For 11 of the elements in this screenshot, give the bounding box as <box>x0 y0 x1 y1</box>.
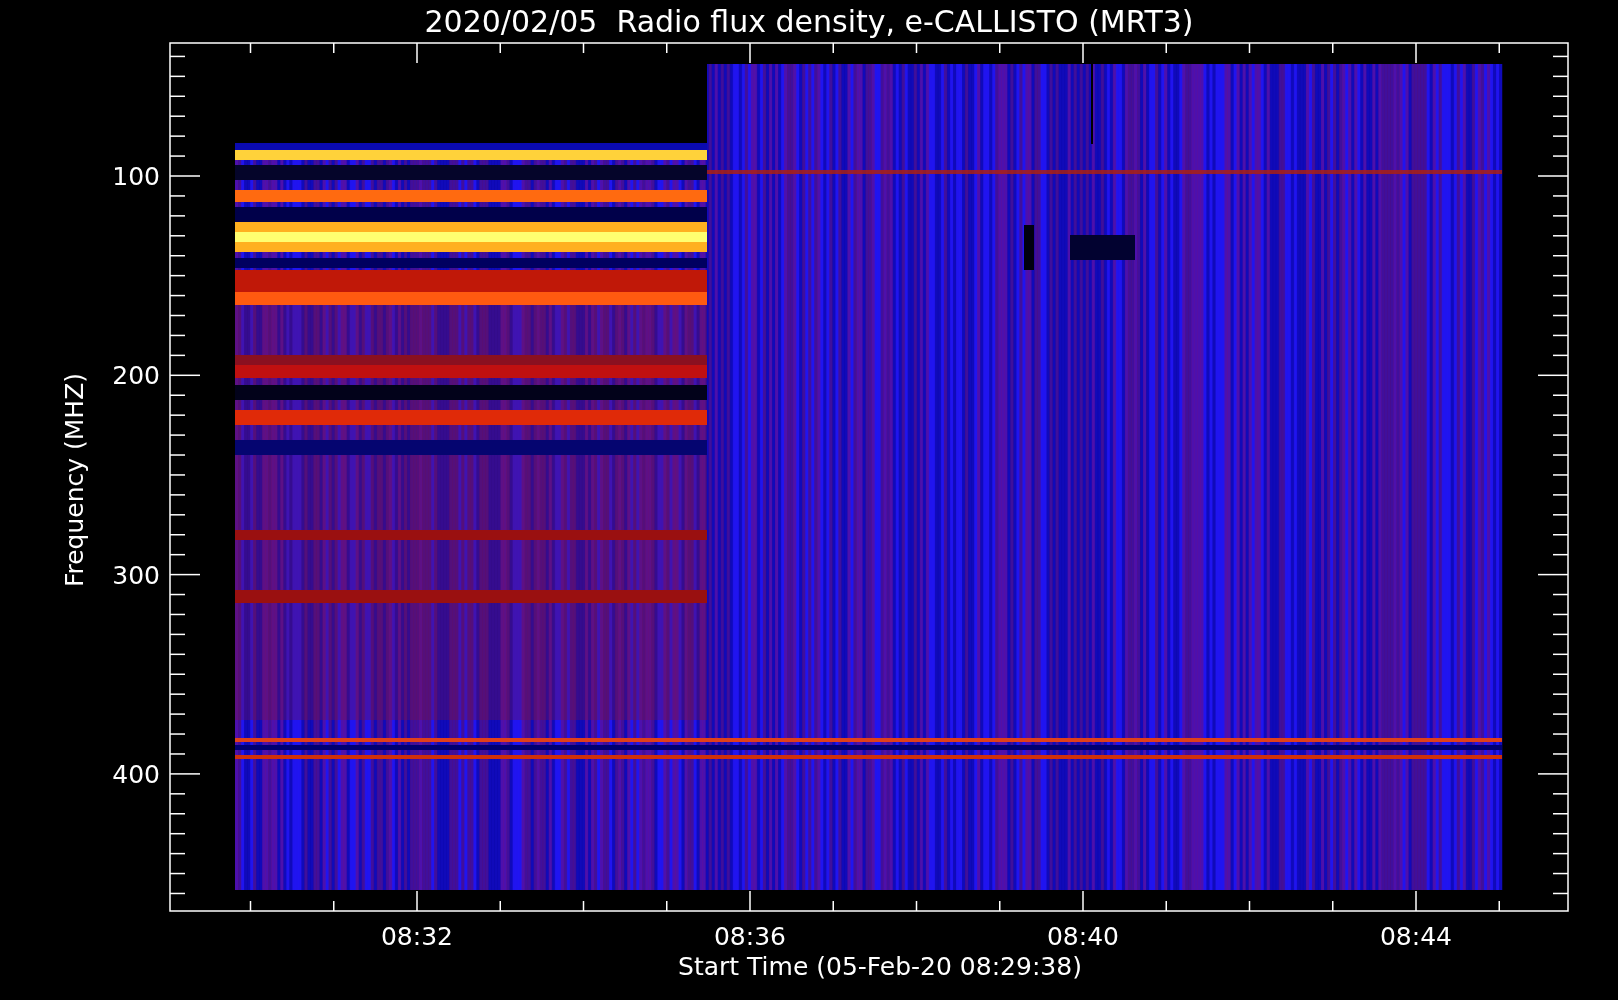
tick-label: 200 <box>112 361 160 391</box>
tick-label: 08:36 <box>714 922 786 951</box>
tick-label: 100 <box>112 162 160 191</box>
tick-label: 300 <box>112 560 160 590</box>
tick-label: 400 <box>112 759 160 789</box>
axis-title: Frequency (MHZ) <box>60 372 89 588</box>
tick-label: 08:40 <box>1047 922 1119 951</box>
tick-label: 08:44 <box>1380 922 1452 951</box>
tick-label: 08:32 <box>381 922 453 951</box>
plot-title: 2020/02/05 Radio flux density, e-CALLISTO (MRT3) <box>424 4 1194 39</box>
axis-title: Start Time (05-Feb-20 08:29:38) <box>678 952 1082 981</box>
